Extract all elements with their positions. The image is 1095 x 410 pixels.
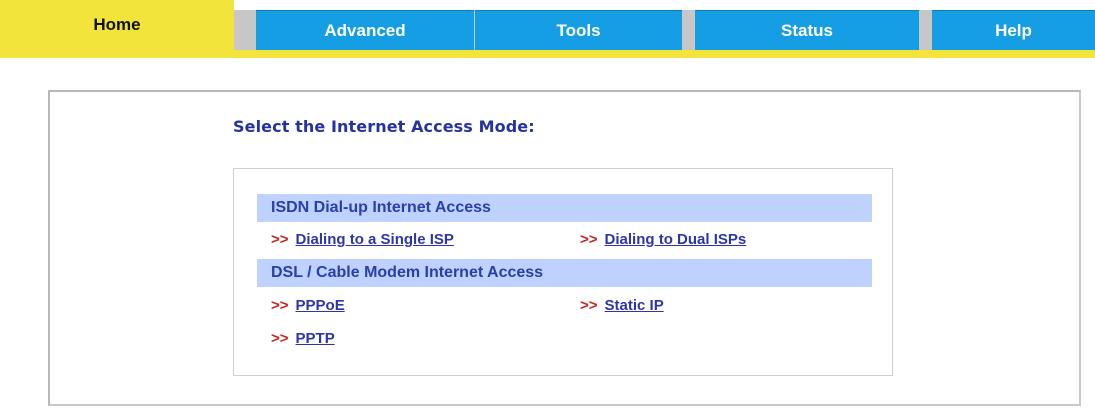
page-title: Select the Internet Access Mode: — [233, 117, 535, 136]
section-dsl-header: DSL / Cable Modem Internet Access — [257, 259, 872, 287]
tab-home[interactable]: Home — [0, 0, 234, 58]
option-pptp: >> PPTP — [271, 330, 335, 347]
tab-separator — [234, 10, 256, 50]
tab-help[interactable]: Help — [932, 10, 1095, 50]
tab-separator — [919, 10, 932, 50]
router-setup-page: Home Advanced Tools Status Help Select t… — [0, 0, 1095, 410]
arrow-icon: >> — [580, 297, 598, 314]
option-dual-isps: >> Dialing to Dual ISPs — [580, 231, 746, 248]
arrow-icon: >> — [271, 330, 289, 347]
pptp-link[interactable]: PPTP — [296, 330, 335, 347]
tab-separator — [682, 10, 695, 50]
section-isdn-header: ISDN Dial-up Internet Access — [257, 194, 872, 222]
tab-tools[interactable]: Tools — [475, 10, 682, 50]
option-single-isp: >> Dialing to a Single ISP — [271, 231, 454, 248]
arrow-icon: >> — [271, 231, 289, 248]
option-static-ip: >> Static IP — [580, 297, 664, 314]
static-ip-link[interactable]: Static IP — [605, 297, 664, 314]
top-navigation: Home Advanced Tools Status Help — [0, 0, 1095, 58]
tab-advanced[interactable]: Advanced — [256, 10, 474, 50]
tab-status[interactable]: Status — [695, 10, 919, 50]
single-isp-link[interactable]: Dialing to a Single ISP — [296, 231, 454, 248]
option-pppoe: >> PPPoE — [271, 297, 345, 314]
arrow-icon: >> — [271, 297, 289, 314]
arrow-icon: >> — [580, 231, 598, 248]
pppoe-link[interactable]: PPPoE — [296, 297, 345, 314]
dual-isps-link[interactable]: Dialing to Dual ISPs — [605, 231, 747, 248]
